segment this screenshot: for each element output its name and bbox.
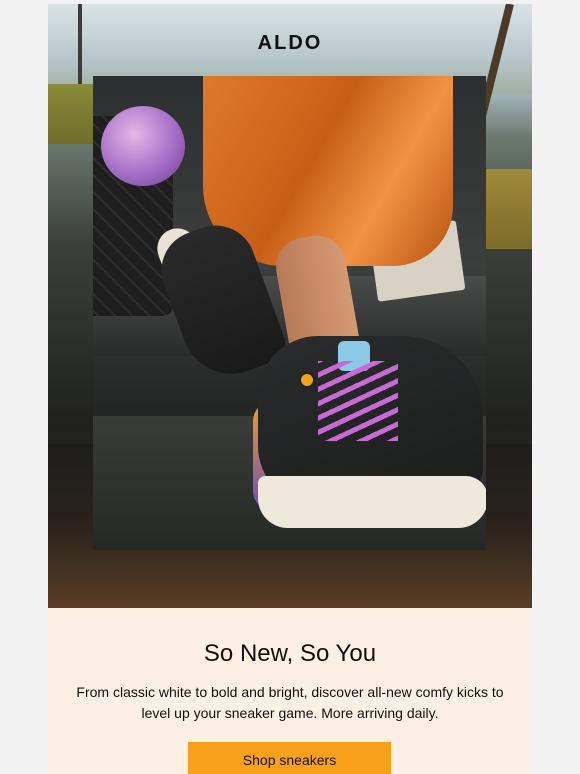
email-container: ALDO So New, So You From classic white t… [48,4,532,774]
hero-image[interactable]: ALDO [48,4,532,608]
photo-purple-pouch [101,106,185,186]
promo-body-text: From classic white to bold and bright, d… [76,684,504,721]
brand-logo[interactable]: ALDO [48,32,532,55]
hero-photo[interactable] [93,76,486,550]
promo-headline: So New, So You [203,640,377,667]
promo-section: So New, So You From classic white to bol… [48,608,532,774]
shop-sneakers-button[interactable]: Shop sneakers [188,742,391,774]
photo-sneaker-sole [258,476,486,528]
photo-sneaker-eyelet [299,372,315,388]
photo-sneaker-laces [318,361,398,441]
